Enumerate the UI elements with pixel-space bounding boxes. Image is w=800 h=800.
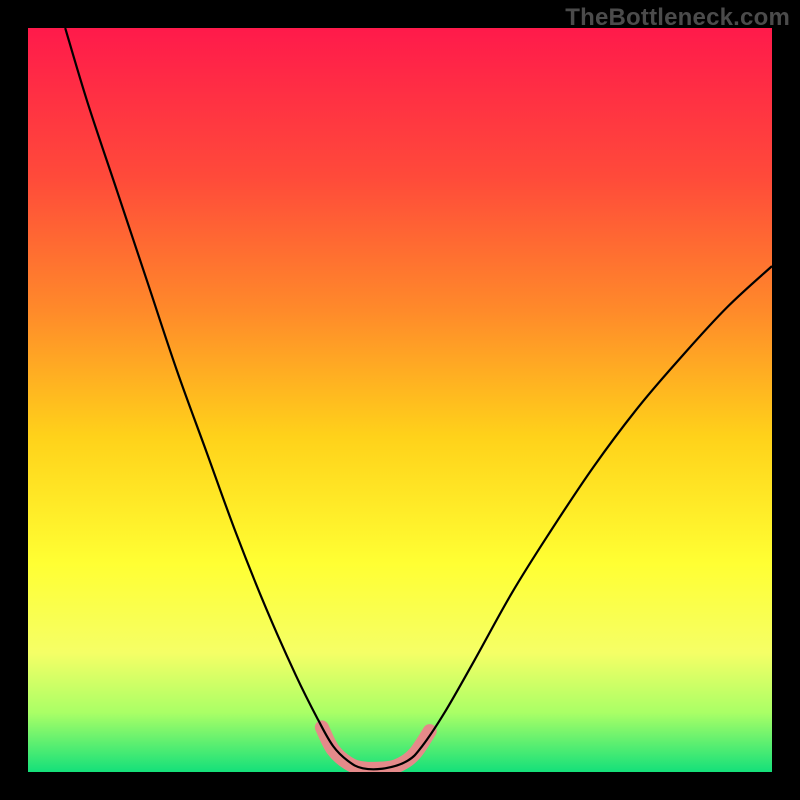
chart-background (28, 28, 772, 772)
chart-plot (28, 28, 772, 772)
chart-frame: TheBottleneck.com (0, 0, 800, 800)
